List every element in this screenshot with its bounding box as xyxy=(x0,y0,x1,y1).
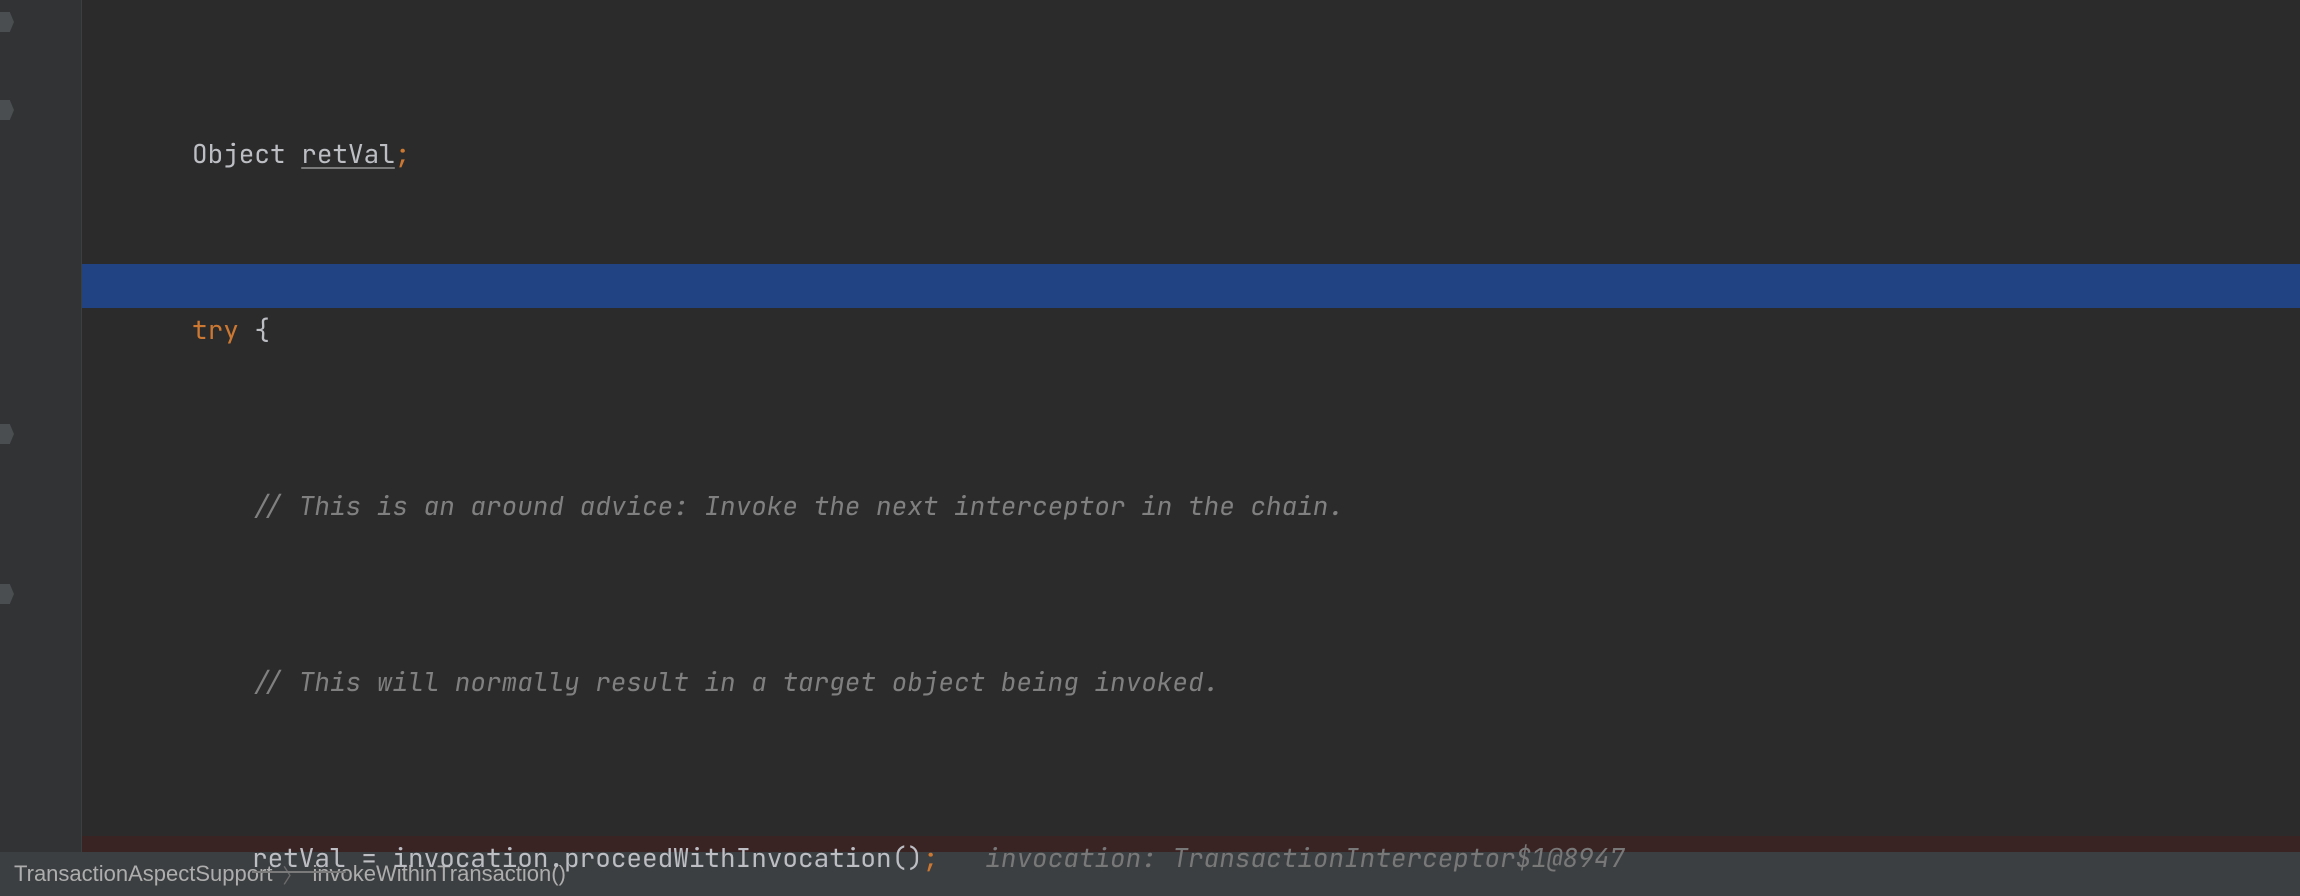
code-area[interactable]: Object retVal; try { // This is an aroun… xyxy=(82,0,2300,852)
breadcrumb-class[interactable]: TransactionAspectSupport xyxy=(14,861,272,887)
assign-op: = xyxy=(346,840,393,875)
type-name: Object xyxy=(192,136,286,171)
code-line[interactable]: // This will normally result in a target… xyxy=(82,660,2300,704)
semicolon: ; xyxy=(395,136,411,171)
code-line[interactable]: // This is an around advice: Invoke the … xyxy=(82,484,2300,528)
brace: { xyxy=(239,312,270,347)
semicolon: ; xyxy=(923,840,939,875)
variable-name: retVal xyxy=(252,840,346,875)
code-line[interactable]: Object retVal; xyxy=(82,132,2300,176)
comment: // This will normally result in a target… xyxy=(252,664,1219,699)
method-call: invocation.proceedWithInvocation() xyxy=(392,840,922,875)
code-line[interactable]: try { xyxy=(82,308,2300,352)
keyword-try: try xyxy=(192,312,239,347)
gutter-fold-marker[interactable] xyxy=(0,12,14,32)
gutter-fold-marker[interactable] xyxy=(0,584,14,604)
gutter[interactable] xyxy=(0,0,82,852)
gutter-fold-marker[interactable] xyxy=(0,424,14,444)
comment: // This is an around advice: Invoke the … xyxy=(252,488,1344,523)
code-editor[interactable]: Object retVal; try { // This is an aroun… xyxy=(0,0,2300,896)
gutter-fold-marker[interactable] xyxy=(0,100,14,120)
inline-debug-hint: invocation: TransactionInterceptor$1@894… xyxy=(985,840,1625,875)
variable-name: retVal xyxy=(301,136,395,171)
